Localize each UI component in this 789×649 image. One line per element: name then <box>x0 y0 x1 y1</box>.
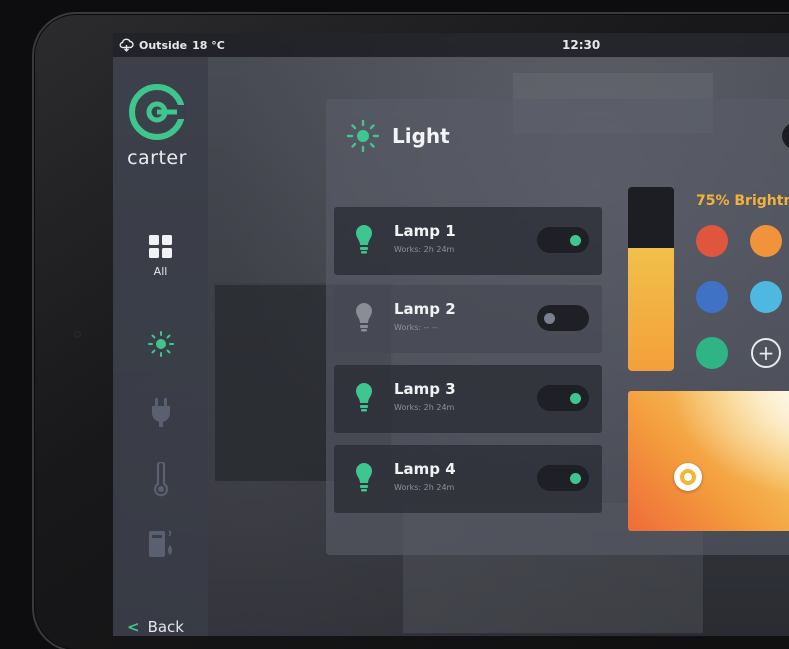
sun-icon <box>346 119 380 153</box>
lamp-name: Lamp 4 <box>394 460 456 478</box>
status-bar: Outside 18 °C 12:30 <box>113 33 789 57</box>
bulb-icon <box>356 303 372 332</box>
brightness-label: 75% Brightn <box>696 193 789 209</box>
grid-icon <box>148 235 172 258</box>
weather-status: Outside 18 °C <box>119 38 225 52</box>
lamp-toggle[interactable] <box>537 465 589 491</box>
chevron-left-icon: < <box>127 618 140 636</box>
weather-temperature: 18 °C <box>192 38 225 52</box>
lamp-name: Lamp 2 <box>394 300 456 318</box>
lamp-works: Works: 2h 24m <box>394 483 455 492</box>
color-swatch-light-blue[interactable] <box>750 281 782 313</box>
logo-text: carter <box>127 147 187 169</box>
plug-icon <box>151 398 170 427</box>
lamp-card-4[interactable]: Lamp 4 Works: 2h 24m <box>334 445 602 513</box>
sidebar-item-appliance[interactable] <box>113 527 208 559</box>
master-toggle[interactable] <box>782 123 789 149</box>
appliance-icon <box>148 530 172 557</box>
panel-header: Light <box>346 119 450 153</box>
lamp-toggle[interactable] <box>537 227 589 253</box>
weather-label: Outside <box>139 38 188 52</box>
color-swatch-red[interactable] <box>696 225 728 257</box>
plus-icon: + <box>757 341 775 365</box>
sidebar-item-all[interactable]: All <box>113 235 208 278</box>
stage: Outside 18 °C 12:30 carter All < Back Li… <box>0 0 789 649</box>
toggle-knob <box>544 313 555 324</box>
panel-title: Light <box>392 124 450 148</box>
bulb-icon <box>356 225 372 254</box>
carter-logo-icon <box>129 84 188 140</box>
back-button[interactable]: < Back <box>127 618 184 636</box>
bulb-icon <box>356 383 372 412</box>
sidebar: carter All < Back <box>113 57 208 636</box>
color-picker-handle[interactable] <box>674 463 702 491</box>
light-icon <box>147 331 174 357</box>
lamp-card-3[interactable]: Lamp 3 Works: 2h 24m <box>334 365 602 433</box>
lamp-works: Works: -- -- <box>394 323 438 332</box>
sidebar-item-plug[interactable] <box>113 397 208 427</box>
sidebar-item-light[interactable] <box>113 331 208 357</box>
picker-handle-center <box>684 473 692 481</box>
toggle-knob <box>570 393 581 404</box>
lamp-toggle[interactable] <box>537 385 589 411</box>
thermometer-icon <box>153 462 168 497</box>
lamp-card-1[interactable]: Lamp 1 Works: 2h 24m <box>334 207 602 275</box>
toggle-knob <box>570 473 581 484</box>
sidebar-item-temperature[interactable] <box>113 462 208 498</box>
sidebar-item-label: All <box>153 265 168 278</box>
lamp-works: Works: 2h 24m <box>394 245 455 254</box>
bulb-icon <box>356 463 372 492</box>
brightness-fill <box>628 247 674 371</box>
tablet-screen: Outside 18 °C 12:30 carter All < Back Li… <box>113 33 789 636</box>
lamp-works: Works: 2h 24m <box>394 403 455 412</box>
brightness-slider[interactable] <box>628 187 674 371</box>
carter-logo: carter <box>125 83 189 169</box>
status-time: 12:30 <box>562 38 601 52</box>
back-label: Back <box>147 618 184 636</box>
lamp-name: Lamp 3 <box>394 380 456 398</box>
lamp-card-2[interactable]: Lamp 2 Works: -- -- <box>334 285 602 353</box>
toggle-knob <box>570 235 581 246</box>
color-temperature-picker[interactable] <box>628 391 789 531</box>
lamp-name: Lamp 1 <box>394 222 456 240</box>
color-swatch-blue[interactable] <box>696 281 728 313</box>
weather-cloud-icon <box>119 38 134 52</box>
camera-dot <box>74 331 81 338</box>
color-swatch-orange[interactable] <box>750 225 782 257</box>
add-color-button[interactable]: + <box>751 338 781 368</box>
color-swatch-green[interactable] <box>696 337 728 369</box>
light-panel: Light Lamp 1 Works: 2h 24m Lamp 2 Works:… <box>326 99 789 555</box>
lamp-toggle[interactable] <box>537 305 589 331</box>
